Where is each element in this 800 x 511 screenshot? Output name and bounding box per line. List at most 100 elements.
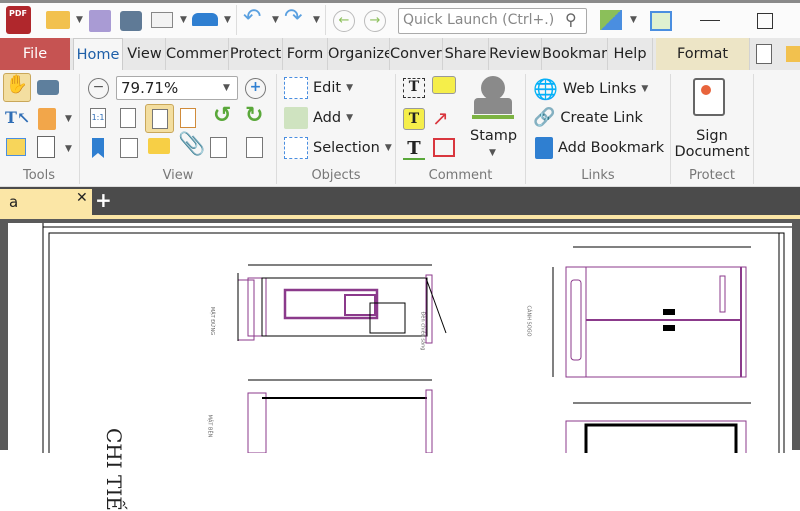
settings-icon[interactable] xyxy=(600,10,622,30)
bookmarks-icon[interactable] xyxy=(92,138,104,158)
back-icon[interactable]: ← xyxy=(333,10,355,32)
sign-label-line1: Sign xyxy=(696,128,728,144)
fit-page-icon[interactable] xyxy=(120,108,136,128)
document-viewer: MẶT ĐỨNG Đèn chiếu sáng MẶT BÊN CÁNH SOG… xyxy=(0,215,800,511)
tab-form[interactable]: Form xyxy=(283,38,328,70)
new-tab-button[interactable]: + xyxy=(95,188,112,212)
rectangle-icon[interactable] xyxy=(433,138,455,157)
title-bar: PDF ▼ ▼ ▼ ↶ ▼ ↷ ▼ ← → Quick Launch (Ctrl… xyxy=(0,0,800,38)
chevron-down-icon[interactable]: ▼ xyxy=(272,15,279,25)
document-tab-bar: a ✕ + xyxy=(0,187,800,215)
app-logo[interactable]: PDF xyxy=(6,6,31,34)
undo-icon[interactable]: ↶ xyxy=(243,5,261,30)
chevron-down-icon[interactable]: ▼ xyxy=(224,15,231,25)
chevron-down-icon[interactable]: ▼ xyxy=(65,144,72,154)
close-tab-icon[interactable]: ✕ xyxy=(76,190,88,206)
comments-icon[interactable] xyxy=(148,138,170,154)
document-tab[interactable]: a ✕ xyxy=(0,189,92,215)
globe-icon: 🌐 xyxy=(533,77,558,101)
find-document-icon[interactable] xyxy=(756,44,772,64)
fit-visible-icon[interactable] xyxy=(180,108,196,128)
content-icon[interactable] xyxy=(210,137,227,158)
quick-launch-placeholder: Quick Launch (Ctrl+.) xyxy=(403,12,555,28)
typewriter-icon[interactable]: T xyxy=(403,78,425,98)
group-label-tools: Tools xyxy=(22,168,56,183)
chevron-down-icon[interactable]: ▼ xyxy=(313,15,320,25)
tab-comment[interactable]: Commen xyxy=(166,38,229,70)
drawing-label-side: MẶT BÊN xyxy=(206,414,213,438)
rotate-left-icon[interactable]: ↺ xyxy=(213,103,231,128)
tab-file[interactable]: File xyxy=(0,38,70,70)
pages-icon[interactable] xyxy=(120,138,138,158)
scan-icon[interactable] xyxy=(192,13,218,26)
chevron-down-icon[interactable]: ▼ xyxy=(76,15,83,25)
chevron-down-icon: ▼ xyxy=(346,83,354,93)
chevron-down-icon: ▼ xyxy=(346,113,353,123)
tab-format[interactable]: Format xyxy=(656,38,750,70)
zoom-out-button[interactable]: − xyxy=(88,78,109,99)
chevron-down-icon[interactable]: ▼ xyxy=(65,114,72,124)
add-label: Add xyxy=(313,110,342,126)
underline-text-icon[interactable]: T xyxy=(403,138,425,160)
open-folder-icon[interactable] xyxy=(46,11,70,29)
stamp-button[interactable]: Stamp ▼ xyxy=(468,74,518,159)
chevron-down-icon: ▼ xyxy=(223,83,230,93)
add-object-icon xyxy=(284,107,308,129)
document-properties-icon[interactable] xyxy=(246,137,263,158)
edit-label: Edit xyxy=(313,80,342,96)
selection-button[interactable]: Selection ▼ xyxy=(284,137,392,159)
tab-view[interactable]: View xyxy=(124,38,166,70)
select-annotation-icon[interactable] xyxy=(6,138,26,156)
print-icon[interactable] xyxy=(120,11,142,31)
zoom-in-button[interactable]: + xyxy=(245,78,266,99)
tab-help[interactable]: Help xyxy=(608,38,653,70)
snapshot-camera-icon[interactable] xyxy=(37,80,59,95)
save-icon[interactable] xyxy=(89,10,111,32)
document-tab-label: a xyxy=(9,193,19,211)
tab-protect[interactable]: Protect xyxy=(229,38,283,70)
selection-label: Selection xyxy=(313,140,380,156)
actual-size-icon[interactable]: 1:1 xyxy=(90,108,106,128)
minimize-button[interactable] xyxy=(700,20,720,21)
sign-document-button[interactable]: Sign Document xyxy=(673,76,751,164)
maximize-button[interactable] xyxy=(757,13,773,29)
paste-icon[interactable] xyxy=(38,108,56,130)
tab-review[interactable]: Review xyxy=(489,38,542,70)
tab-organize[interactable]: Organize xyxy=(328,38,390,70)
web-links-label: Web Links xyxy=(562,81,637,97)
zoom-level-select[interactable]: 79.71% ▼ xyxy=(116,76,238,100)
arrow-icon[interactable]: ↗ xyxy=(432,106,449,130)
add-button[interactable]: Add ▼ xyxy=(284,107,353,129)
fit-width-button[interactable] xyxy=(145,104,174,133)
web-links-button[interactable]: 🌐 Web Links ▼ xyxy=(533,77,648,101)
sticky-note-icon[interactable] xyxy=(432,76,456,94)
tab-bookmark[interactable]: Bookmark xyxy=(542,38,608,70)
chevron-down-icon[interactable]: ▼ xyxy=(180,15,187,25)
folder-icon[interactable] xyxy=(786,46,800,62)
drawing-title: CHI TIẾ xyxy=(102,428,126,511)
search-icon: ⚲ xyxy=(565,10,577,29)
chevron-down-icon: ▼ xyxy=(384,143,392,153)
chevron-down-icon[interactable]: ▼ xyxy=(630,15,637,25)
add-bookmark-button[interactable]: Add Bookmark xyxy=(535,137,664,159)
attachment-icon[interactable]: 📎 xyxy=(178,132,205,157)
redo-icon[interactable]: ↷ xyxy=(284,5,302,30)
stamp-label: Stamp xyxy=(470,128,518,144)
quick-launch-input[interactable]: Quick Launch (Ctrl+.) ⚲ xyxy=(398,8,587,34)
text-box-icon[interactable]: T xyxy=(403,108,425,130)
certificate-icon xyxy=(693,78,725,116)
edit-object-icon xyxy=(284,77,308,99)
tab-share[interactable]: Share xyxy=(443,38,489,70)
tab-convert[interactable]: Convert xyxy=(390,38,443,70)
fullscreen-icon[interactable] xyxy=(650,11,672,31)
hand-tool-icon[interactable]: ✋ xyxy=(3,73,31,102)
forward-icon[interactable]: → xyxy=(364,10,386,32)
tab-home[interactable]: Home xyxy=(73,38,123,70)
rotate-right-icon[interactable]: ↻ xyxy=(245,103,263,128)
edit-button[interactable]: Edit ▼ xyxy=(284,77,353,99)
select-text-icon[interactable]: T↖ xyxy=(5,108,30,127)
find-icon[interactable] xyxy=(37,136,55,158)
zoom-value: 79.71% xyxy=(121,79,179,97)
create-link-button[interactable]: 🔗 Create Link xyxy=(533,107,643,128)
email-icon[interactable] xyxy=(151,12,173,28)
